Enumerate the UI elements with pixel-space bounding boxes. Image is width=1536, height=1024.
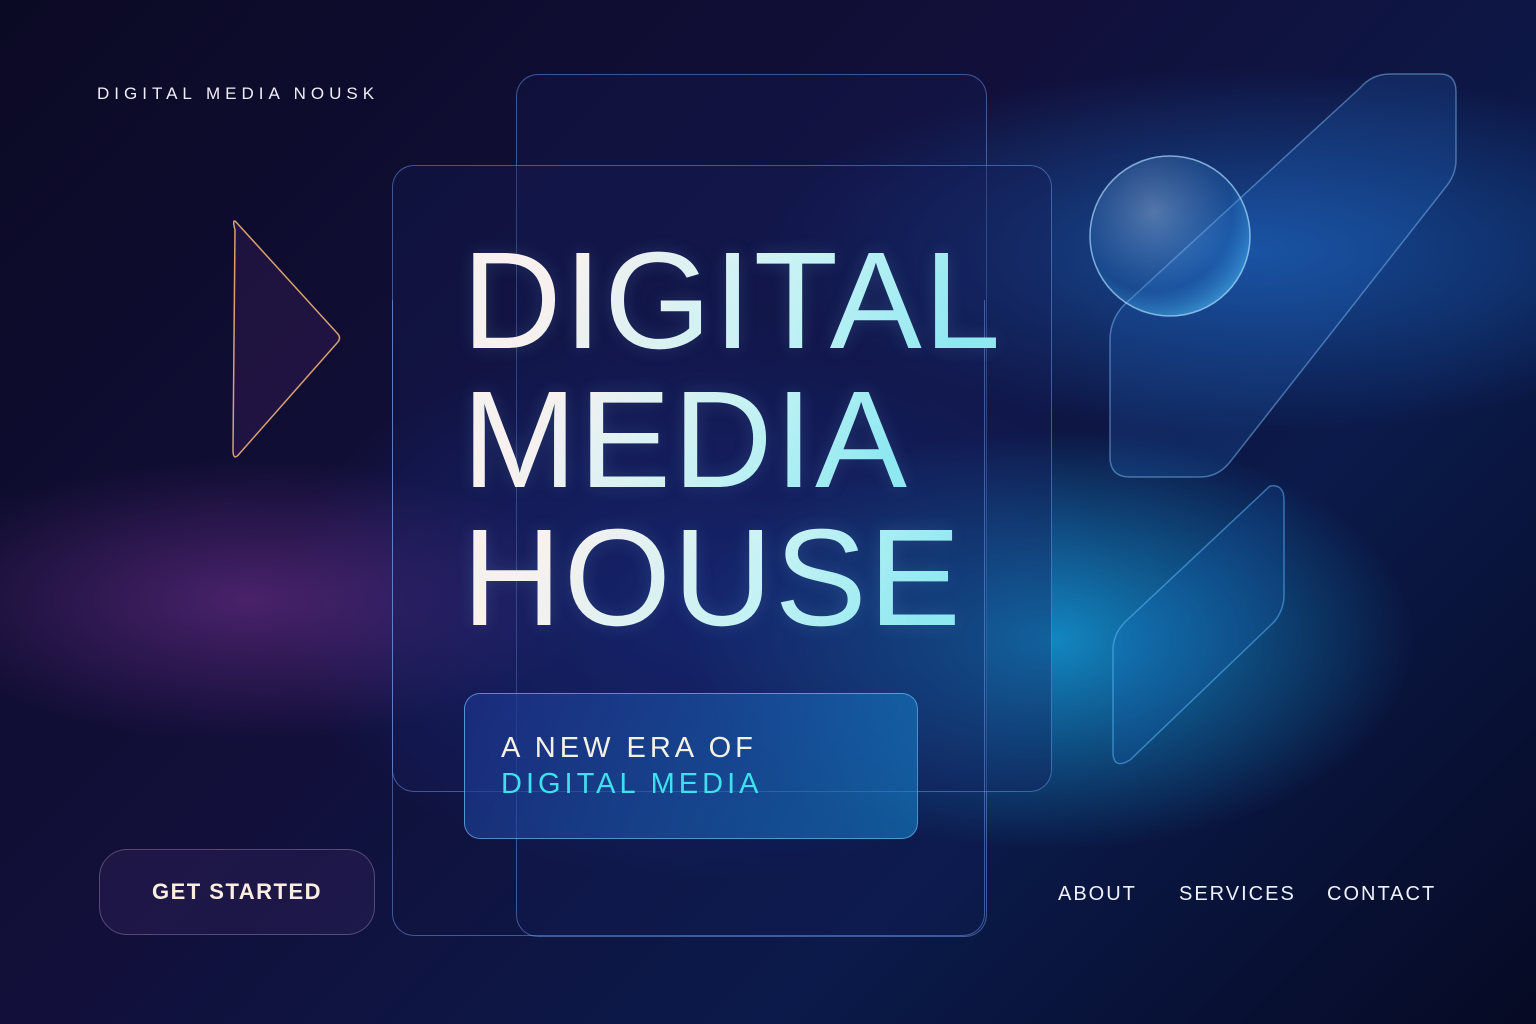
hero-title-line-3: HOUSE — [462, 501, 963, 655]
tagline-line-1: A NEW ERA OF — [501, 732, 757, 764]
tagline-line-2: DIGITAL MEDIA — [501, 768, 763, 800]
brand-logo-text[interactable]: DIGITAL MEDIA NOUSK — [97, 84, 379, 104]
hero-title-line-2: MEDIA — [462, 363, 910, 517]
play-triangle-icon — [232, 220, 341, 458]
nav-about[interactable]: ABOUT — [1058, 883, 1137, 906]
glass-sphere — [1089, 155, 1251, 317]
hero-title-line-1: DIGITAL — [462, 224, 1003, 378]
tagline-box: A NEW ERA OF DIGITAL MEDIA — [464, 693, 918, 839]
get-started-button[interactable]: GET STARTED — [99, 849, 375, 935]
nav-services[interactable]: SERVICES — [1179, 883, 1296, 906]
nav-contact[interactable]: CONTACT — [1327, 883, 1436, 906]
small-slanted-shape — [1112, 485, 1285, 765]
